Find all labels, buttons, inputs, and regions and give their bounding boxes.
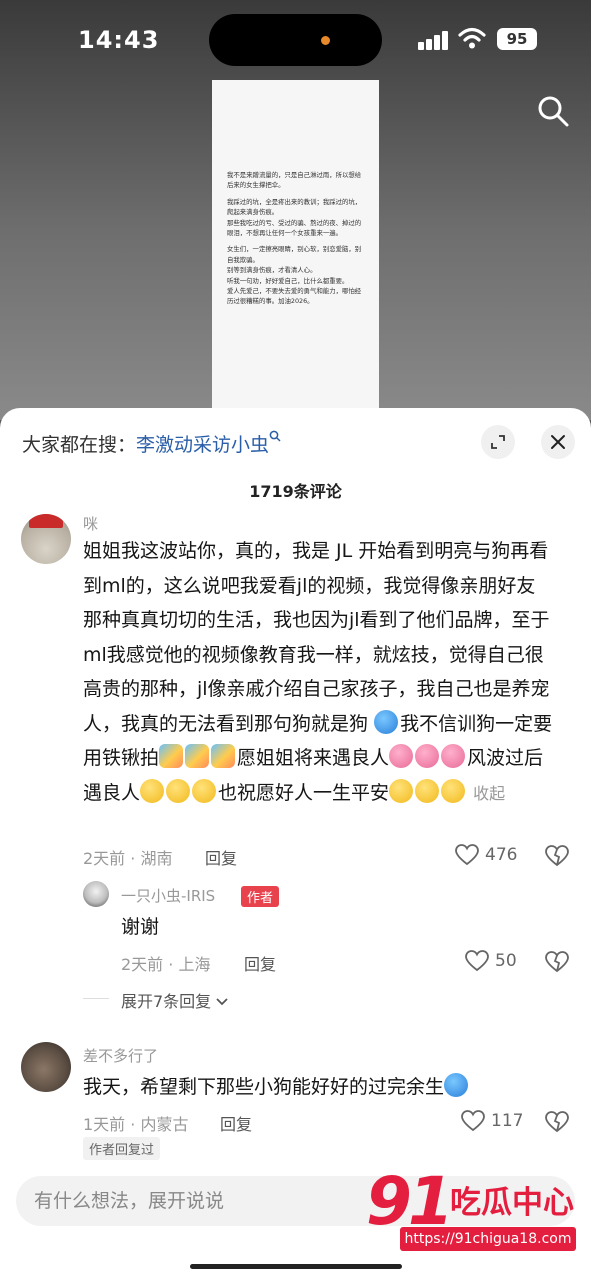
avatar[interactable] [21,514,71,564]
close-icon [551,435,565,449]
grin-emoji-icon [415,778,440,803]
dislike-icon[interactable] [545,845,569,867]
home-indicator[interactable] [190,1264,402,1269]
reply-username[interactable]: 一只小虫-IRIS [121,885,215,906]
expand-replies-label: 展开7条回复 [121,992,212,1011]
watermark-text: 吃瓜中心 [450,1185,574,1221]
comment-username[interactable]: 差不多行了 [83,1045,158,1066]
chevron-down-icon [216,998,228,1006]
dislike-icon[interactable] [545,1111,569,1133]
doc-paragraph: 我踩过的坑，全是疼出来的教训；我踩过的坑，爬起来满身伤痕。 那些我吃过的亏、受过… [227,197,362,238]
reply-button[interactable]: 回复 [244,951,276,975]
search-suggestion-prefix: 大家都在搜： [22,434,137,456]
comment-text-part: 姐姐我这波站你，真的，我是 JL 开始看到明亮与狗再看到ml的，这么说吧我爱看j… [83,540,550,735]
cold-face-emoji-icon [374,709,399,734]
battery-indicator: 95 [497,28,537,50]
comment-meta: 1天前 · 内蒙古 [83,1115,189,1134]
comment-count: 1719条评论 [249,482,342,501]
like-button[interactable]: 50 [465,950,517,972]
watermark-url: https://91chigua18.com [400,1227,576,1251]
author-replied-badge: 作者回复过 [83,1137,161,1160]
close-button[interactable] [541,425,575,459]
wifi-icon [458,27,486,49]
status-time: 14:43 [78,26,160,54]
reply-button[interactable]: 回复 [220,1111,252,1135]
like-count: 117 [491,1111,524,1131]
like-button[interactable]: 117 [461,1110,523,1132]
reply-text: 谢谢 [121,916,160,938]
heart-icon [455,844,479,866]
smile-emoji-icon [166,778,191,803]
comment-username[interactable]: 咪 [83,513,98,534]
rainbow-emoji-icon [185,744,210,768]
cellular-signal-icon [418,30,450,50]
expand-icon [491,435,505,449]
search-icon[interactable] [536,94,570,128]
collapse-link[interactable]: 收起 [473,784,505,803]
expand-sheet-button[interactable] [481,425,515,459]
like-count: 476 [485,845,518,865]
hug-emoji-icon [389,744,414,768]
like-button[interactable]: 476 [455,844,517,866]
grin-emoji-icon [389,778,414,803]
crying-emoji-icon [444,1073,469,1097]
avatar[interactable] [21,1042,71,1092]
like-count: 50 [495,951,517,971]
doc-paragraph: 女生们，一定擦亮眼睛，别心软，别恋爱脑，别自我欺骗。 别等到满身伤痕，才看清人心… [227,245,362,306]
heart-icon [465,950,489,972]
comment-text-part: 也祝愿好人一生平安 [218,781,390,804]
comment-text-part: 我天，希望剩下那些小狗能好好的过完余生 [83,1076,445,1098]
avatar[interactable] [83,881,109,907]
grin-emoji-icon [441,778,466,803]
smile-emoji-icon [192,778,217,803]
comments-sheet: 大家都在搜：李激动采访小虫 1719条评论 咪 姐姐我这波站你，真的，我是 JL… [0,408,591,1280]
comment-text: 姐姐我这波站你，真的，我是 JL 开始看到明亮与狗再看到ml的，这么说吧我爱看j… [83,534,553,811]
divider [83,998,109,999]
search-suggestion[interactable]: 大家都在搜：李激动采访小虫 [22,430,281,457]
doc-paragraph: 我不是来蹭流量的，只是自己淋过雨，所以想给后来的女生撑把伞。 [227,171,362,190]
hug-emoji-icon [415,744,440,768]
status-bar: 14:43 95 [0,0,591,80]
hug-emoji-icon [441,744,466,768]
video-document-frame[interactable]: 我不是来蹭流量的，只是自己淋过雨，所以想给后来的女生撑把伞。 我踩过的坑，全是疼… [212,80,379,415]
comment-text: 我天，希望剩下那些小狗能好好的过完余生 [83,1070,470,1105]
author-badge: 作者 [241,886,280,907]
comment-text-part: 愿姐姐将来遇良人 [237,747,390,769]
watermark-logo: 91 吃瓜中心 https://91chigua18.com [358,1163,580,1263]
hat-icon [29,514,63,528]
reply-meta: 2天前 · 上海 [121,955,211,974]
expand-replies-button[interactable]: 展开7条回复 [121,988,228,1012]
comment-meta: 2天前 · 湖南 [83,849,173,868]
dislike-icon[interactable] [545,951,569,973]
rainbow-emoji-icon [211,744,236,768]
dynamic-island [209,14,382,66]
heart-icon [461,1110,485,1132]
recording-indicator-icon [321,36,330,45]
search-icon [269,430,281,442]
reply-button[interactable]: 回复 [205,845,237,869]
rainbow-emoji-icon [159,744,184,768]
smile-emoji-icon [140,778,165,803]
search-suggestion-query[interactable]: 李激动采访小虫 [136,434,269,456]
